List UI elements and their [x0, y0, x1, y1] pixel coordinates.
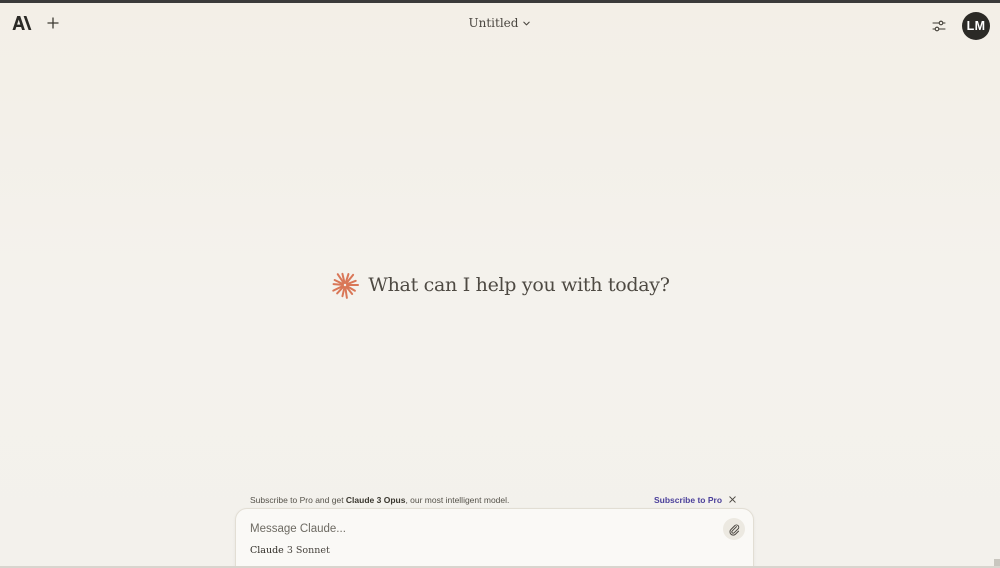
starburst-ray	[344, 286, 349, 299]
scrollbar-corner	[994, 559, 1000, 566]
message-input[interactable]	[250, 521, 690, 537]
model-selector[interactable]: Claude 3 Sonnet	[250, 545, 330, 556]
welcome-heading: What can I help you with today?	[368, 274, 670, 296]
promo-text: Subscribe to Pro and get Claude 3 Opus, …	[250, 495, 509, 505]
claude-starburst-icon	[332, 272, 360, 299]
subscribe-to-pro-link[interactable]: Subscribe to Pro	[654, 495, 722, 505]
promo-suffix: , our most intelligent model.	[405, 495, 510, 505]
sliders-icon	[932, 20, 946, 32]
chat-title: Untitled	[468, 16, 519, 30]
promo-prefix: Subscribe to Pro and get	[250, 495, 346, 505]
attach-file-button[interactable]	[723, 518, 745, 540]
user-avatar[interactable]: LM	[962, 12, 990, 40]
chat-title-dropdown[interactable]: Untitled	[469, 16, 532, 30]
avatar-initials: LM	[966, 19, 986, 33]
dismiss-promo-button[interactable]	[728, 495, 737, 504]
pro-promo-banner: Subscribe to Pro and get Claude 3 Opus, …	[250, 494, 738, 508]
chevron-down-icon	[523, 21, 531, 25]
close-icon	[729, 496, 736, 503]
message-composer: Claude 3 Sonnet	[235, 508, 754, 568]
header-bar: Untitled LM	[0, 3, 1000, 47]
promo-model-highlight: Claude 3 Opus	[345, 495, 406, 505]
paperclip-icon	[729, 524, 739, 536]
welcome-hero: What can I help you with today?	[0, 270, 1000, 300]
settings-button[interactable]	[930, 18, 948, 34]
model-brand: Claude	[250, 545, 284, 556]
model-version: 3 Sonnet	[286, 545, 330, 556]
